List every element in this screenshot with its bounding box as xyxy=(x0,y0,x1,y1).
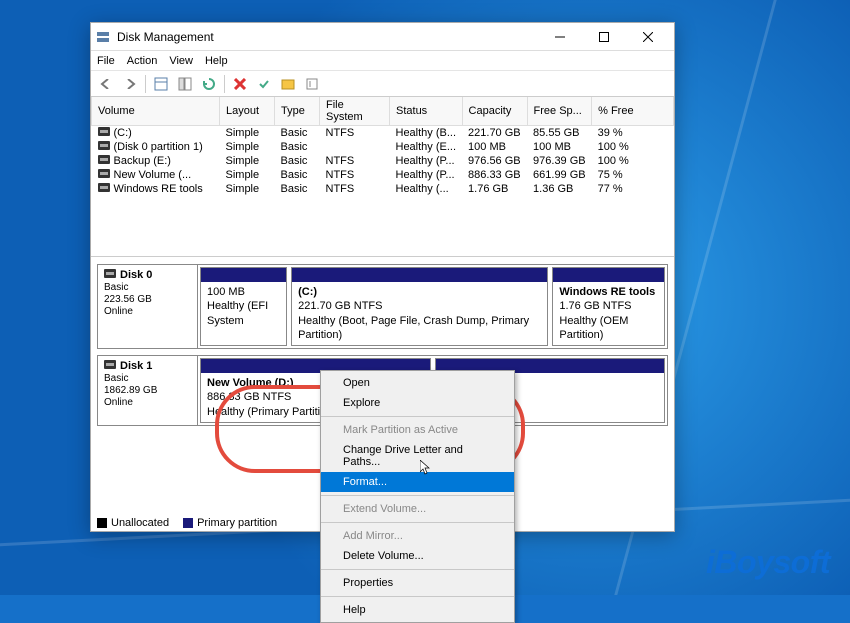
partition[interactable]: 100 MBHealthy (EFI System xyxy=(200,267,287,346)
context-menu-item: Add Mirror... xyxy=(321,526,514,546)
context-menu-item[interactable]: Explore xyxy=(321,393,514,413)
back-button[interactable] xyxy=(95,73,117,95)
col-free[interactable]: Free Sp... xyxy=(527,97,592,126)
menu-action[interactable]: Action xyxy=(127,55,158,67)
watermark: iBoysoft xyxy=(706,544,830,581)
table-row[interactable]: (C:)SimpleBasicNTFSHealthy (B...221.70 G… xyxy=(92,126,674,141)
disk-row: Disk 0Basic223.56 GBOnline100 MBHealthy … xyxy=(97,264,668,349)
table-row[interactable]: (Disk 0 partition 1)SimpleBasicHealthy (… xyxy=(92,140,674,154)
col-type[interactable]: Type xyxy=(275,97,320,126)
col-layout[interactable]: Layout xyxy=(220,97,275,126)
col-fs[interactable]: File System xyxy=(320,97,390,126)
context-menu-item[interactable]: Properties xyxy=(321,573,514,593)
app-icon xyxy=(95,29,111,45)
partition[interactable]: Windows RE tools1.76 GB NTFSHealthy (OEM… xyxy=(552,267,665,346)
volume-table: Volume Layout Type File System Status Ca… xyxy=(91,97,674,196)
disk-label[interactable]: Disk 1Basic1862.89 GBOnline xyxy=(98,356,198,425)
close-button[interactable] xyxy=(626,24,670,50)
toolbar xyxy=(91,71,674,97)
volume-list-area: Volume Layout Type File System Status Ca… xyxy=(91,97,674,257)
titlebar: Disk Management xyxy=(91,23,674,51)
col-pfree[interactable]: % Free xyxy=(592,97,674,126)
context-menu-item[interactable]: Format... xyxy=(321,472,514,492)
table-row[interactable]: New Volume (...SimpleBasicNTFSHealthy (P… xyxy=(92,168,674,182)
toolbar-icon[interactable] xyxy=(301,73,323,95)
table-row[interactable]: Backup (E:)SimpleBasicNTFSHealthy (P...9… xyxy=(92,154,674,168)
context-menu: OpenExplore Mark Partition as ActiveChang… xyxy=(320,370,515,623)
menu-file[interactable]: File xyxy=(97,55,115,67)
menubar: File Action View Help xyxy=(91,51,674,71)
drive-icon xyxy=(98,155,110,164)
refresh-button[interactable] xyxy=(198,73,220,95)
legend: Unallocated Primary partition xyxy=(97,517,277,529)
col-status[interactable]: Status xyxy=(390,97,463,126)
primary-swatch xyxy=(183,518,193,528)
context-menu-item[interactable]: Change Drive Letter and Paths... xyxy=(321,440,514,472)
context-menu-item: Extend Volume... xyxy=(321,499,514,519)
maximize-button[interactable] xyxy=(582,24,626,50)
menu-view[interactable]: View xyxy=(169,55,193,67)
drive-icon xyxy=(104,360,116,369)
disk-label[interactable]: Disk 0Basic223.56 GBOnline xyxy=(98,265,198,348)
table-row[interactable]: Windows RE toolsSimpleBasicNTFSHealthy (… xyxy=(92,182,674,196)
delete-icon[interactable] xyxy=(229,73,251,95)
check-icon[interactable] xyxy=(253,73,275,95)
toolbar-icon[interactable] xyxy=(150,73,172,95)
forward-button[interactable] xyxy=(119,73,141,95)
toolbar-icon[interactable] xyxy=(277,73,299,95)
window-title: Disk Management xyxy=(117,30,538,44)
context-menu-item: Mark Partition as Active xyxy=(321,420,514,440)
menu-help[interactable]: Help xyxy=(205,55,228,67)
toolbar-icon[interactable] xyxy=(174,73,196,95)
col-volume[interactable]: Volume xyxy=(92,97,220,126)
drive-icon xyxy=(98,183,110,192)
context-menu-item[interactable]: Help xyxy=(321,600,514,620)
partition[interactable]: (C:)221.70 GB NTFSHealthy (Boot, Page Fi… xyxy=(291,267,548,346)
col-capacity[interactable]: Capacity xyxy=(462,97,527,126)
drive-icon xyxy=(98,141,110,150)
drive-icon xyxy=(104,269,116,278)
unallocated-swatch xyxy=(97,518,107,528)
drive-icon xyxy=(98,169,110,178)
context-menu-item[interactable]: Open xyxy=(321,373,514,393)
context-menu-item[interactable]: Delete Volume... xyxy=(321,546,514,566)
minimize-button[interactable] xyxy=(538,24,582,50)
drive-icon xyxy=(98,127,110,136)
table-header-row: Volume Layout Type File System Status Ca… xyxy=(92,97,674,126)
